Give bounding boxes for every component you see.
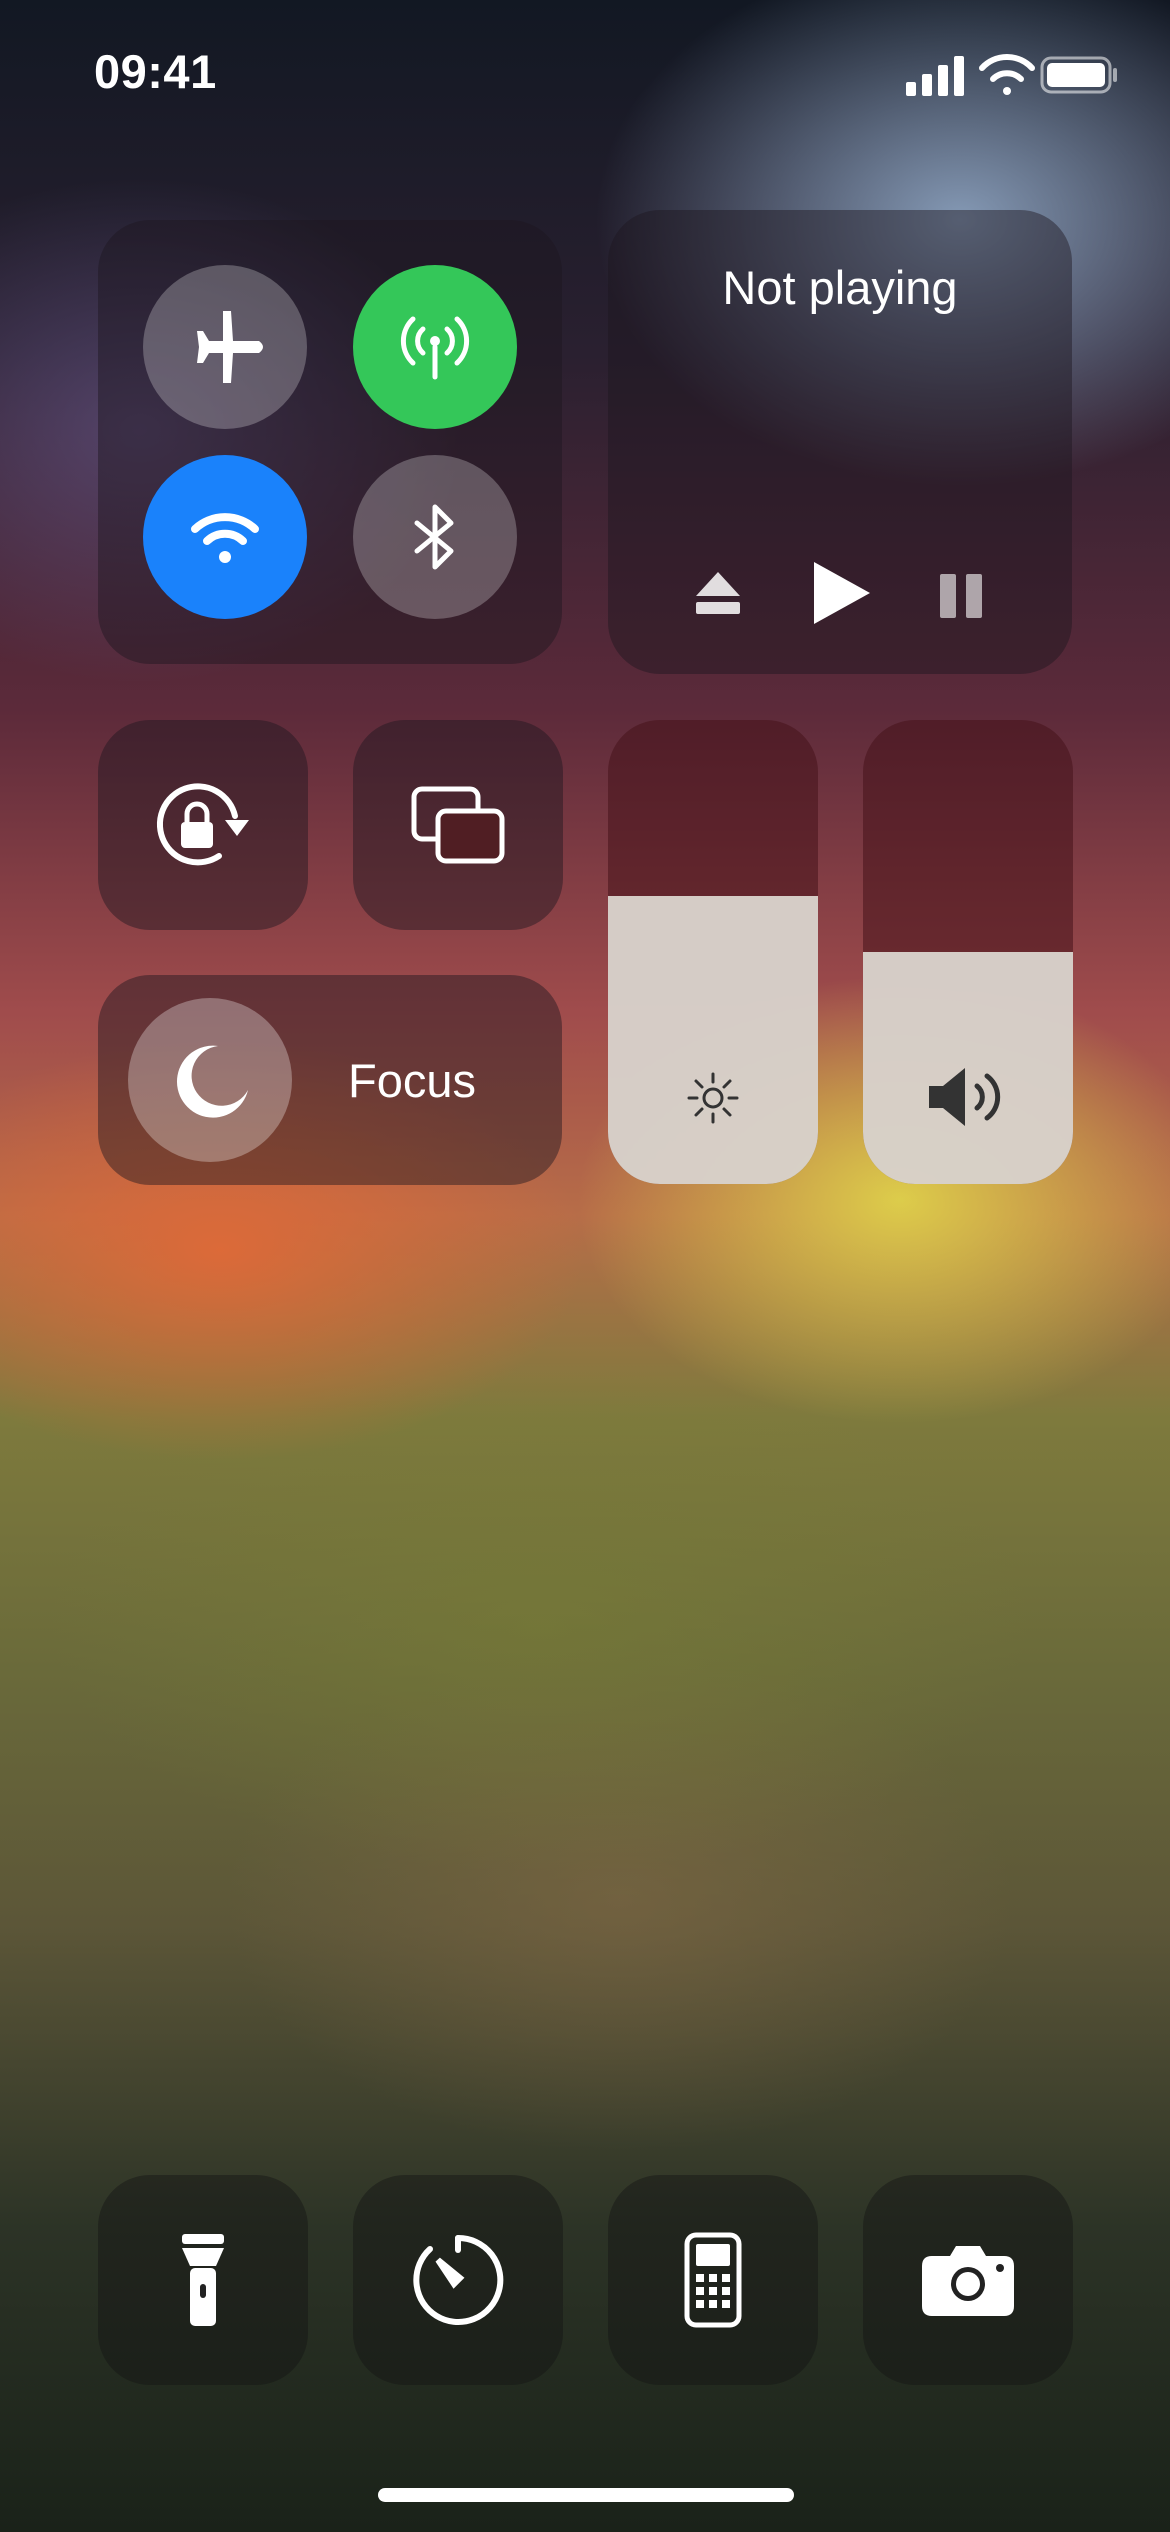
airplane-icon [197,311,263,383]
home-indicator[interactable] [378,2488,794,2502]
now-playing-title: Not playing [722,261,958,314]
moon-icon [176,1045,248,1118]
brightness-fill [608,896,818,1184]
screen-mirroring-button[interactable] [353,720,563,930]
wifi-button[interactable] [143,455,307,619]
pause-button[interactable] [938,574,984,618]
play-icon [814,562,870,624]
focus-button[interactable]: Focus [98,975,562,1185]
brightness-slider[interactable] [608,720,818,1184]
status-icons [904,52,1118,98]
speaker-icon [929,1068,1001,1126]
wifi-icon [191,513,259,563]
calculator-button[interactable] [608,2175,818,2385]
cellular-signal-icon [906,56,964,96]
sun-icon [687,1072,739,1124]
pause-icon [940,574,982,618]
screen-mirroring-icon [411,786,505,864]
flashlight-icon [182,2234,224,2326]
eject-button[interactable] [694,570,742,616]
focus-label: Focus [348,1054,476,1107]
volume-slider[interactable] [863,720,1073,1184]
timer-button[interactable] [353,2175,563,2385]
eject-icon [696,572,740,614]
play-button[interactable] [808,560,874,626]
cellular-data-button[interactable] [353,265,517,429]
rotation-lock-icon [156,783,249,866]
bluetooth-button[interactable] [353,455,517,619]
sun-icon-wrap [685,1070,741,1126]
battery-icon [1040,56,1117,94]
camera-button[interactable] [863,2175,1073,2385]
status-time: 09:41 [94,45,217,98]
speaker-icon-wrap [925,1062,1011,1132]
rotation-lock-button[interactable] [98,720,308,930]
calculator-icon [684,2232,742,2328]
airplane-mode-button[interactable] [143,265,307,429]
focus-moon-circle [128,998,292,1162]
cellular-antenna-icon [400,316,470,380]
timer-icon [413,2234,504,2325]
connectivity-panel [98,220,562,664]
bluetooth-icon [414,504,454,570]
now-playing-panel[interactable]: Not playing [608,210,1072,674]
wifi-icon [979,54,1035,95]
flashlight-button[interactable] [98,2175,308,2385]
camera-icon [922,2246,1014,2316]
